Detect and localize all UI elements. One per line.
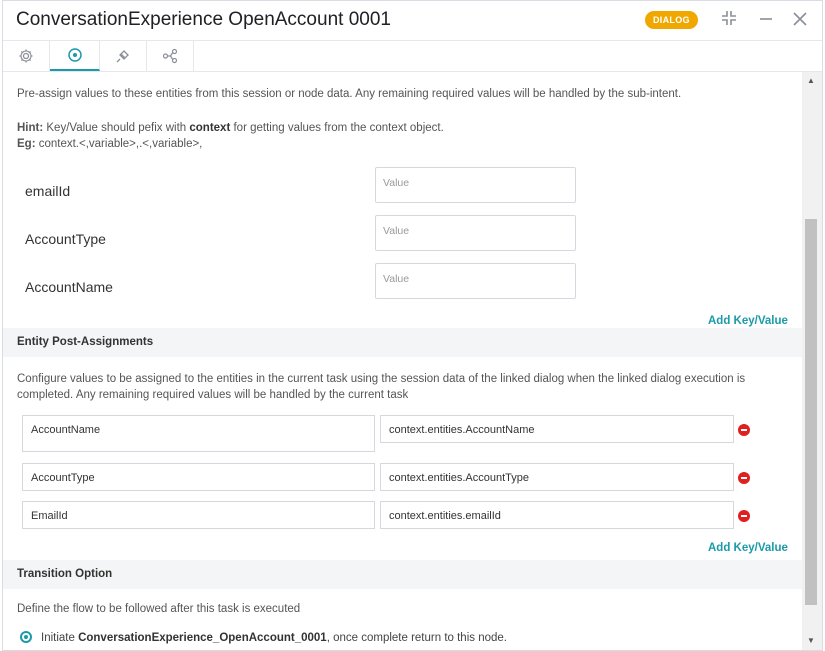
remove-row-icon[interactable] [738,424,750,436]
option-dialog-name: ConversationExperience_OpenAccount_0001 [78,632,327,644]
panel-content: Pre-assign values to these entities from… [3,72,802,650]
collapse-icon[interactable] [718,9,740,31]
tab-bar [3,41,822,72]
transition-description: Define the flow to be followed after thi… [17,603,301,615]
entity-label-accounttype: AccountType [25,231,106,247]
post-assignments-header: Entity Post-Assignments [3,328,802,357]
option-prefix: Initiate [41,632,79,644]
example-text: context.<,variable>,.<,variable>, [35,138,203,150]
panel-header: ConversationExperience OpenAccount 0001 … [3,1,822,41]
collapse-icon-graphic [722,11,736,25]
tab-component[interactable] [50,41,100,71]
post-assign-description: Configure values to be assigned to the e… [17,373,746,401]
panel-title: ConversationExperience OpenAccount 0001 [16,9,391,30]
entity-label-emailid: emailId [25,183,71,199]
close-icon[interactable] [789,9,811,31]
post-value-emailid[interactable]: context.entities.emailId [380,501,734,529]
transition-option-label[interactable]: Initiate ConversationExperience_OpenAcco… [41,632,507,644]
plug-icon [116,50,129,63]
entity-value-emailid[interactable]: Value [375,167,576,203]
entity-value-accountname[interactable]: Value [375,263,576,299]
gear-icon [19,49,33,63]
post-key-accountname[interactable]: AccountName [22,415,375,452]
post-key-emailid[interactable]: EmailId [22,501,375,529]
transition-option-header: Transition Option [3,560,802,589]
close-icon-graphic [793,12,807,26]
connections-icon [162,48,178,64]
scroll-up-icon[interactable]: ▲ [807,76,815,85]
entity-label-accountname: AccountName [25,279,113,295]
dialog-properties-panel: ConversationExperience OpenAccount 0001 … [2,0,823,651]
tab-settings[interactable] [3,41,50,71]
post-value-accountname[interactable]: context.entities.AccountName [380,415,734,443]
hint-keyword: context [189,122,231,134]
minimize-icon[interactable] [755,9,777,31]
remove-row-icon[interactable] [738,510,750,522]
dialog-badge: DIALOG [645,11,698,29]
example-label: Eg: [17,138,36,150]
transition-radio-selected[interactable] [20,631,32,643]
hint-text-1: Key/Value should pefix with [43,122,190,134]
tab-connections[interactable] [147,41,194,71]
add-key-value-link-pre[interactable]: Add Key/Value [708,315,788,327]
hint-text-2: for getting values from the context obje… [230,122,444,134]
tab-connection[interactable] [100,41,147,71]
target-icon [67,48,82,62]
add-key-value-link-post[interactable]: Add Key/Value [708,542,788,554]
entity-value-accounttype[interactable]: Value [375,215,576,251]
scrollbar-thumb[interactable] [805,219,817,605]
post-key-accounttype[interactable]: AccountType [22,463,375,491]
remove-row-icon[interactable] [738,472,750,484]
vertical-scrollbar[interactable]: ▲ ▼ [802,72,822,650]
hint-line: Hint: Key/Value should pefix with contex… [17,122,444,134]
hint-label: Hint: [17,122,44,134]
post-value-accounttype[interactable]: context.entities.AccountType [380,463,734,491]
example-line: Eg: context.<,variable>,.<,variable>, [17,138,202,150]
minimize-icon-graphic [760,18,772,20]
option-suffix: , once complete return to this node. [326,632,507,644]
scroll-down-icon[interactable]: ▼ [807,636,815,645]
pre-assign-description: Pre-assign values to these entities from… [17,88,682,100]
